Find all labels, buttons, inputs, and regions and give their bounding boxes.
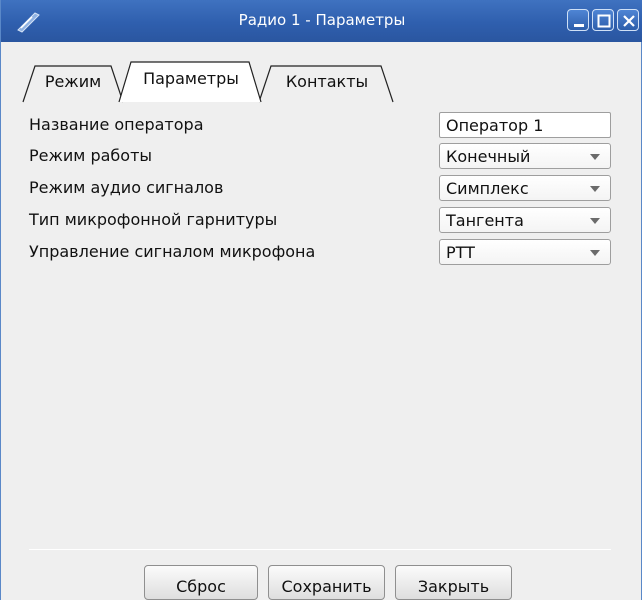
mic-control-select[interactable]: PTT — [439, 239, 611, 265]
work-mode-label: Режим работы — [29, 146, 153, 165]
work-mode-value: Конечный — [446, 147, 531, 166]
operator-name-label: Название оператора — [29, 115, 204, 134]
reset-button[interactable]: Сброс — [144, 565, 258, 600]
tab-parameters[interactable]: Параметры — [117, 56, 265, 104]
window-title: Радио 1 - Параметры — [238, 11, 406, 29]
operator-name-input[interactable]: Оператор 1 — [439, 112, 611, 138]
maximize-button[interactable] — [592, 9, 614, 31]
maximize-icon — [597, 14, 611, 28]
headset-type-select[interactable]: Тангента — [439, 207, 611, 233]
chevron-down-icon — [590, 154, 600, 160]
settings-window: Радио 1 - Параметры Режим Контакты Парам… — [0, 0, 642, 600]
work-mode-select[interactable]: Конечный — [439, 143, 611, 169]
headset-type-row: Тип микрофонной гарнитуры Тангента — [29, 207, 619, 233]
close-icon — [623, 15, 635, 27]
operator-name-row: Название оператора Оператор 1 — [29, 112, 619, 138]
tab-mode-label: Режим — [44, 72, 102, 91]
tab-parameters-label: Параметры — [143, 69, 239, 88]
chevron-down-icon — [590, 186, 600, 192]
operator-name-value: Оператор 1 — [446, 116, 544, 135]
tab-contacts-label: Контакты — [285, 72, 369, 91]
tab-mode[interactable]: Режим — [21, 56, 125, 104]
save-button[interactable]: Сохранить — [268, 565, 385, 600]
mic-control-value: PTT — [446, 243, 475, 262]
minimize-icon — [574, 24, 584, 27]
minimize-button[interactable] — [567, 9, 589, 31]
mic-control-row: Управление сигналом микрофона PTT — [29, 239, 619, 265]
audio-mode-select[interactable]: Симплекс — [439, 175, 611, 201]
headset-type-value: Тангента — [446, 211, 524, 230]
audio-mode-value: Симплекс — [446, 179, 529, 198]
chevron-down-icon — [590, 218, 600, 224]
title-bar[interactable]: Радио 1 - Параметры — [1, 0, 642, 42]
tab-contacts[interactable]: Контакты — [257, 56, 397, 104]
audio-mode-label: Режим аудио сигналов — [29, 178, 224, 197]
close-button[interactable] — [617, 9, 639, 31]
chevron-down-icon — [590, 250, 600, 256]
work-mode-row: Режим работы Конечный — [29, 143, 619, 169]
mic-control-label: Управление сигналом микрофона — [29, 242, 316, 261]
tab-bar: Режим Контакты Параметры — [21, 56, 421, 104]
headset-type-label: Тип микрофонной гарнитуры — [29, 210, 278, 229]
footer-separator — [29, 549, 611, 550]
close-dialog-button[interactable]: Закрыть — [395, 565, 512, 600]
audio-mode-row: Режим аудио сигналов Симплекс — [29, 175, 619, 201]
